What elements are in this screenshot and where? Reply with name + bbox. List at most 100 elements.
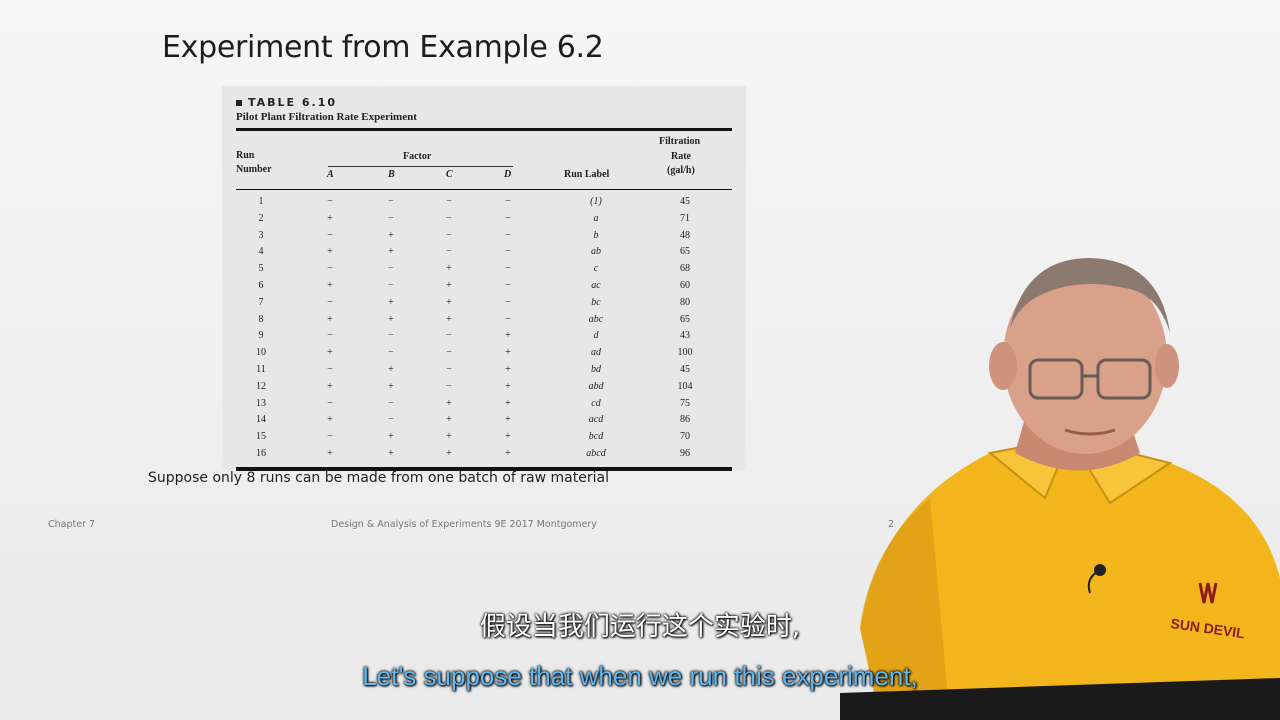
slide-title: Experiment from Example 6.2 (162, 30, 604, 65)
cell-a: − (327, 229, 333, 241)
cell-label: acd (588, 414, 604, 426)
cell-d: + (505, 380, 511, 392)
cell-d: − (505, 196, 511, 207)
cell-c: + (446, 414, 452, 426)
cell-c: + (446, 431, 452, 443)
cell-d: − (505, 212, 511, 224)
cell-b: − (388, 212, 394, 224)
table-row: 14 + − + + acd 86 (236, 412, 732, 429)
bullet-square-icon (236, 100, 242, 106)
cell-label: bcd (588, 431, 604, 443)
cell-a: − (327, 397, 333, 409)
cell-d: − (505, 246, 511, 258)
cell-c: − (446, 330, 452, 342)
cell-a: + (327, 414, 333, 426)
table-row: 8 + + + − abc 65 (236, 312, 732, 329)
cell-rate: 65 (680, 246, 690, 258)
cell-d: + (505, 431, 511, 443)
header-rate: Rate (671, 151, 691, 162)
cell-c: + (446, 263, 452, 275)
table-row: 6 + − + − ac 60 (236, 278, 732, 295)
speaker-video: SUN DEVIL (840, 258, 1280, 720)
cell-d: − (505, 279, 511, 291)
cell-a: − (327, 431, 333, 443)
slide-note: Suppose only 8 runs can be made from one… (148, 470, 609, 486)
cell-run: 9 (258, 330, 264, 342)
cell-run: 3 (258, 229, 264, 241)
cell-run: 10 (256, 347, 266, 359)
cell-label: (1) (590, 196, 602, 207)
cell-d: − (505, 263, 511, 275)
cell-c: + (446, 279, 452, 291)
header-a: A (327, 169, 334, 180)
cell-c: + (446, 447, 452, 459)
table-row: 13 − − + + cd 75 (236, 396, 732, 413)
table-row: 10 + − − + ad 100 (236, 345, 732, 362)
cell-c: + (446, 313, 452, 325)
table-row: 5 − − + − c 68 (236, 261, 732, 278)
cell-d: + (505, 363, 511, 375)
cell-b: + (388, 246, 394, 258)
table-figure: TABLE 6.10 Pilot Plant Filtration Rate E… (222, 86, 746, 471)
table-row: 4 + + − − ab 65 (236, 244, 732, 261)
cell-rate: 45 (680, 196, 690, 207)
cell-b: − (388, 397, 394, 409)
cell-b: + (388, 380, 394, 392)
cell-run: 8 (258, 313, 264, 325)
cell-label: ad (591, 347, 601, 359)
cell-rate: 75 (680, 397, 690, 409)
cell-label: abcd (586, 447, 606, 459)
table-row: 7 − + + − bc 80 (236, 295, 732, 312)
cell-rate: 80 (680, 296, 690, 308)
cell-a: + (327, 447, 333, 459)
cell-run: 15 (256, 431, 266, 443)
table-body: 1− − − − (1) 45 2 + − − − a 71 3− + − − b 48 4 + + − − ab 65 5− − + −… (236, 194, 732, 463)
cell-c: − (446, 212, 452, 224)
table-row: 9 − − − + d 43 (236, 328, 732, 345)
cell-a: + (327, 246, 333, 258)
speaker-ear (1155, 344, 1179, 388)
cell-a: + (327, 313, 333, 325)
cell-rate: 104 (677, 380, 693, 392)
cell-rate: 71 (680, 212, 690, 224)
header-units: (gal/h) (667, 165, 695, 176)
cell-d: − (505, 296, 511, 308)
cell-rate: 45 (680, 363, 690, 375)
cell-a: − (327, 363, 333, 375)
cell-rate: 65 (680, 313, 690, 325)
cell-run: 11 (256, 363, 266, 375)
cell-label: abc (588, 313, 604, 325)
cell-d: − (505, 313, 511, 325)
cell-run: 1 (258, 196, 264, 207)
table-row: 1 − − − − (1) 45 (236, 194, 732, 211)
cell-a: + (327, 380, 333, 392)
header-run: Run (236, 150, 255, 161)
cell-run: 2 (258, 212, 264, 224)
cell-label: abd (588, 380, 604, 392)
cell-b: + (388, 447, 394, 459)
cell-run: 4 (258, 246, 264, 258)
header-b: B (388, 169, 395, 180)
cell-d: + (505, 397, 511, 409)
cell-label: cd (591, 397, 601, 409)
header-run-label: Run Label (564, 169, 610, 180)
table-row: 2 + − − − a 71 (236, 211, 732, 228)
table-caption: Pilot Plant Filtration Rate Experiment (236, 111, 417, 123)
cell-label: ac (591, 279, 601, 291)
cell-c: − (446, 380, 452, 392)
cell-rate: 96 (680, 447, 690, 459)
footer-chapter: Chapter 7 (48, 519, 96, 530)
cell-rate: 60 (680, 279, 690, 291)
header-rule (236, 189, 732, 190)
cell-rate: 70 (680, 431, 690, 443)
cell-a: + (327, 279, 333, 291)
cell-run: 14 (256, 414, 266, 426)
table-header: Run Number Factor A B C D Run Label Filt… (236, 131, 732, 189)
cell-rate: 100 (677, 347, 693, 359)
header-number: Number (236, 164, 272, 175)
cell-d: + (505, 330, 511, 342)
table-row: 11 − + − + bd 45 (236, 362, 732, 379)
cell-b: − (388, 279, 394, 291)
cell-d: − (505, 229, 511, 241)
cell-d: + (505, 414, 511, 426)
